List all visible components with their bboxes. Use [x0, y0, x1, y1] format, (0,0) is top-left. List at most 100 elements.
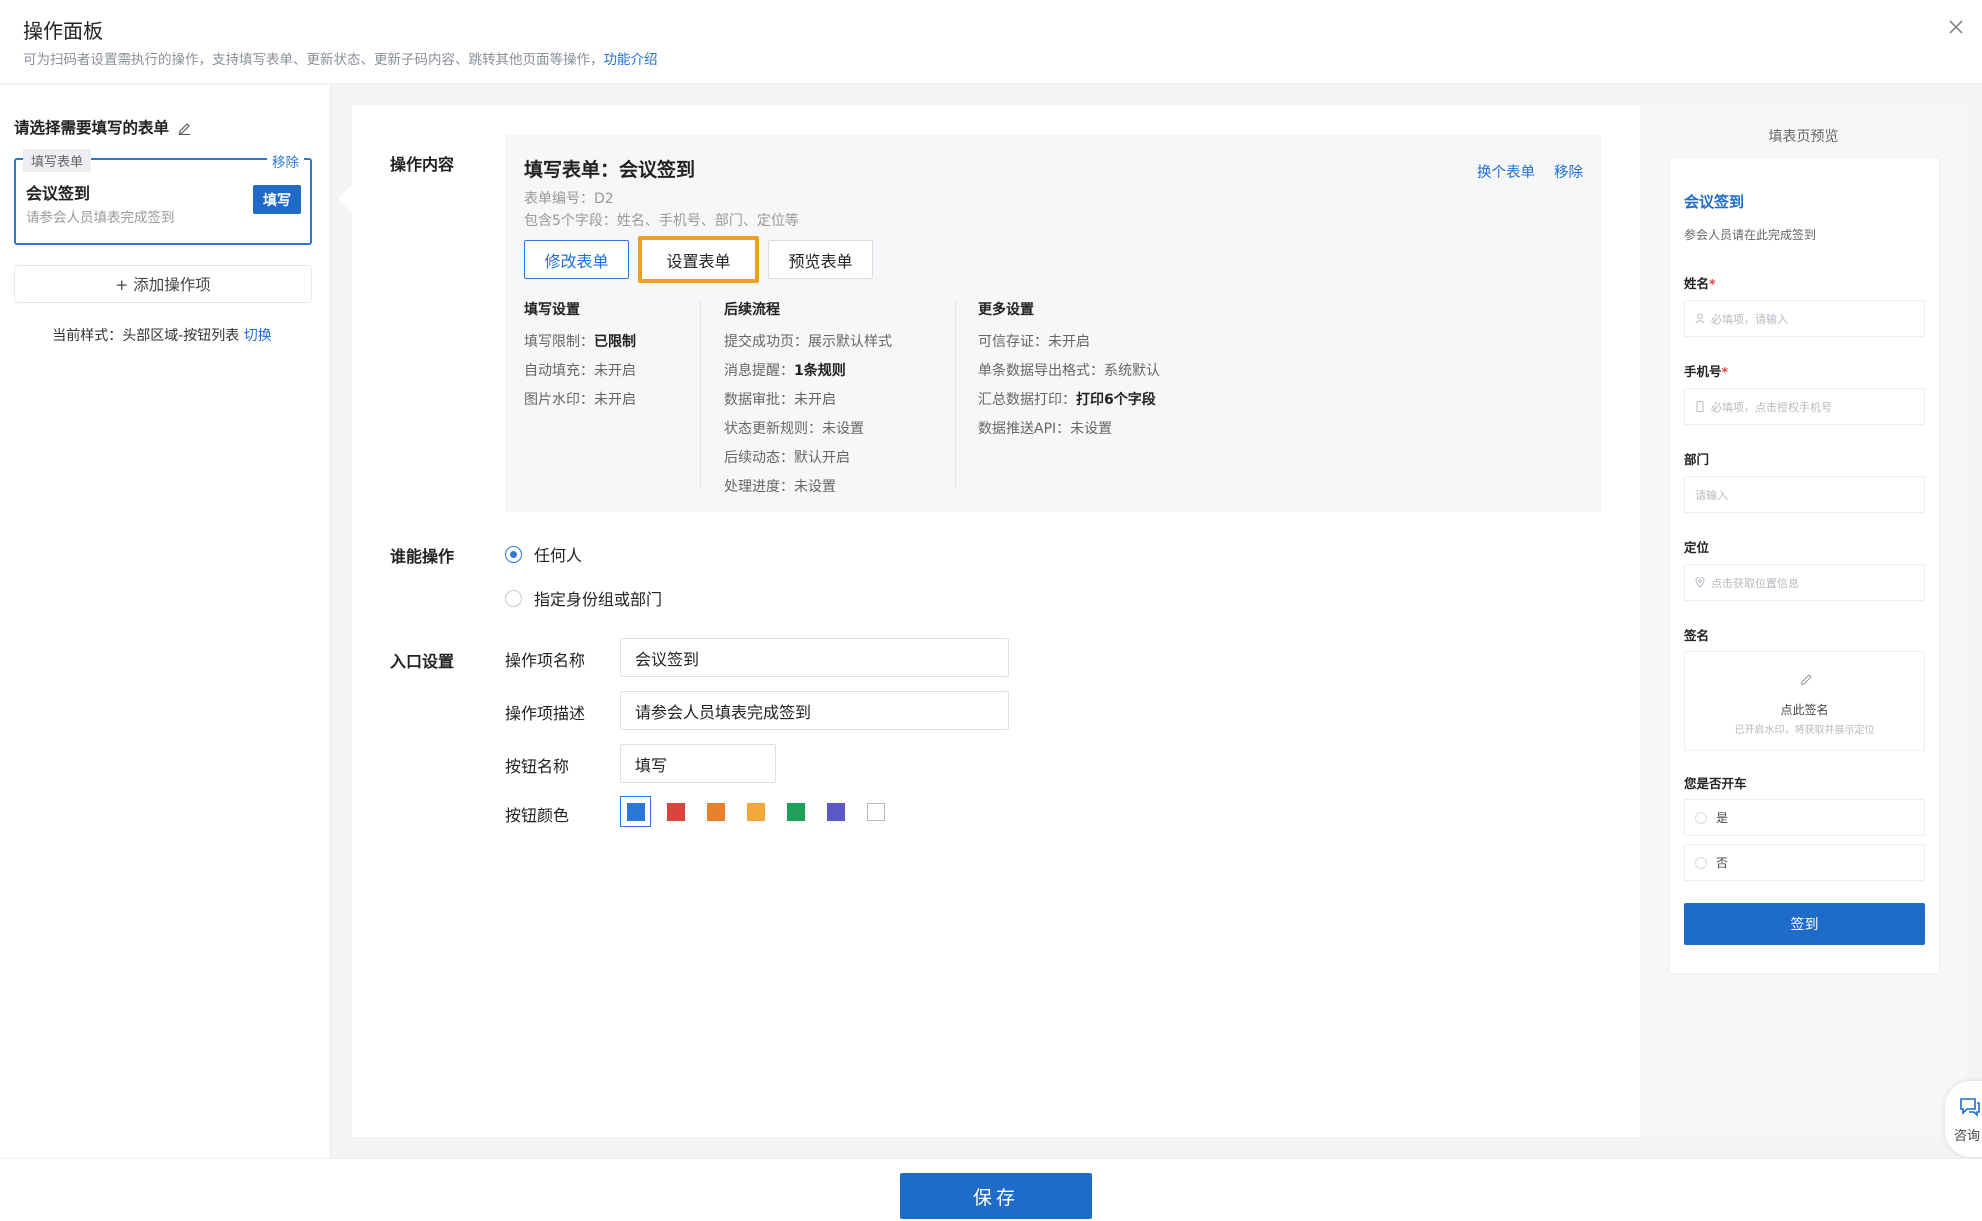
close-icon[interactable]: [1945, 16, 1967, 38]
color-swatch-orange[interactable]: [707, 803, 725, 821]
preview-phone-label: 手机号*: [1684, 361, 1728, 380]
more-setting-row[interactable]: 可信存证：未开启: [978, 331, 1160, 360]
card-remove-link[interactable]: 移除: [267, 149, 304, 173]
preview-submit-button[interactable]: 签到: [1684, 903, 1925, 945]
preview-name-input[interactable]: 必填项，请输入: [1684, 300, 1925, 337]
fill-settings-column: 填写设置 填写限制：已限制 自动填充：未开启 图片水印：未开启: [524, 299, 636, 418]
color-swatch-purple[interactable]: [827, 803, 845, 821]
panel-description: 可为扫码者设置需执行的操作，支持填写表单、更新状态、更新子码内容、跳转其他页面等…: [23, 48, 658, 68]
card-subtitle: 请参会人员填表完成签到: [26, 210, 175, 226]
color-swatch-white[interactable]: [867, 803, 885, 821]
flow-row[interactable]: 消息提醒：1条规则: [724, 360, 892, 389]
setting-label: 处理进度：: [724, 479, 794, 495]
more-settings-column: 更多设置 可信存证：未开启 单条数据导出格式：系统默认 汇总数据打印：打印6个字…: [978, 299, 1160, 447]
fill-setting-row[interactable]: 自动填充：未开启: [524, 360, 636, 389]
setting-value: 打印6个字段: [1076, 392, 1156, 408]
remove-form-link[interactable]: 移除: [1554, 161, 1583, 182]
form-info-box: 填写表单：会议签到 表单编号：D2 包含5个字段：姓名、手机号、部门、定位等 换…: [505, 135, 1601, 512]
form-links: 换个表单 移除: [1477, 161, 1583, 182]
placeholder: 必填项，点击授权手机号: [1711, 400, 1832, 414]
preview-phone-input[interactable]: 必填项，点击授权手机号: [1684, 388, 1925, 425]
preview-signature-box[interactable]: 点此签名 已开启水印，将获取并展示定位: [1684, 651, 1925, 751]
add-operation-button[interactable]: + 添加操作项: [14, 265, 312, 303]
setting-label: 可信存证：: [978, 334, 1048, 350]
op-name-input[interactable]: 会议签到: [620, 638, 1009, 677]
column-divider: [700, 299, 701, 489]
setting-label: 图片水印：: [524, 392, 594, 408]
preview-location-input[interactable]: 点击获取位置信息: [1684, 564, 1925, 601]
flow-title: 后续流程: [724, 302, 780, 318]
op-desc-input[interactable]: 请参会人员填表完成签到: [620, 691, 1009, 730]
fill-settings-title: 填写设置: [524, 302, 580, 318]
button-name-label: 按钮名称: [505, 757, 570, 776]
style-switch-link[interactable]: 切换: [244, 328, 272, 344]
color-swatch-yellow[interactable]: [747, 803, 765, 821]
more-setting-row[interactable]: 单条数据导出格式：系统默认: [978, 360, 1160, 389]
preview-car-option-no[interactable]: 否: [1684, 844, 1925, 881]
preview-form-name: 会议签到: [1684, 193, 1745, 211]
edit-icon[interactable]: [177, 120, 192, 135]
flow-row[interactable]: 处理进度：未设置: [724, 476, 892, 505]
section-operation-content: 操作内容: [390, 155, 455, 174]
section-who-can-operate: 谁能操作: [390, 547, 455, 566]
panel-title: 操作面板: [23, 19, 103, 43]
more-settings-title: 更多设置: [978, 302, 1034, 318]
setting-value: 系统默认: [1104, 363, 1160, 379]
op-name-label: 操作项名称: [505, 651, 586, 670]
placeholder: 请输入: [1695, 488, 1728, 502]
placeholder: 点击获取位置信息: [1711, 576, 1799, 590]
edit-form-button[interactable]: 修改表单: [524, 240, 629, 279]
more-setting-row[interactable]: 数据推送API：未设置: [978, 418, 1160, 447]
fill-setting-row[interactable]: 图片水印：未开启: [524, 389, 636, 418]
more-setting-row[interactable]: 汇总数据打印：打印6个字段: [978, 389, 1160, 418]
header: 操作面板 可为扫码者设置需执行的操作，支持填写表单、更新状态、更新子码内容、跳转…: [0, 0, 1982, 84]
pen-icon: [1800, 674, 1812, 685]
fill-setting-row[interactable]: 填写限制：已限制: [524, 331, 636, 360]
preview-title: 填表页预览: [1768, 129, 1839, 145]
consult-float-button[interactable]: 咨询: [1945, 1081, 1982, 1157]
preview-dept-label: 部门: [1684, 452, 1710, 467]
form-settings-button[interactable]: 设置表单: [638, 236, 759, 283]
color-swatch-green[interactable]: [787, 803, 805, 821]
required-mark: *: [1709, 276, 1716, 291]
setting-label: 状态更新规则：: [724, 421, 822, 437]
signature-hint: 已开启水印，将获取并展示定位: [1734, 725, 1875, 736]
preview-dept-input[interactable]: 请输入: [1684, 476, 1925, 513]
setting-label: 单条数据导出格式：: [978, 363, 1104, 379]
flow-row[interactable]: 数据审批：未开启: [724, 389, 892, 418]
card-tag: 填写表单: [23, 149, 92, 172]
label-text: 手机号: [1684, 364, 1722, 379]
required-mark: *: [1721, 364, 1729, 379]
color-swatch-blue[interactable]: [627, 803, 645, 821]
setting-value: 未设置: [794, 479, 836, 495]
preview-car-option-yes[interactable]: 是: [1684, 799, 1925, 836]
feature-intro-link[interactable]: 功能介绍: [604, 52, 658, 68]
change-form-link[interactable]: 换个表单: [1477, 161, 1535, 182]
radio-icon: [1695, 811, 1707, 824]
current-style: 当前样式：头部区域-按钮列表 切换: [0, 325, 324, 345]
preview-location-label: 定位: [1684, 540, 1710, 555]
option-label: 否: [1716, 856, 1729, 870]
setting-label: 数据审批：: [724, 392, 794, 408]
description-text: 可为扫码者设置需执行的操作，支持填写表单、更新状态、更新子码内容、跳转其他页面等…: [23, 52, 604, 68]
color-swatch-red[interactable]: [667, 803, 685, 821]
button-name-input[interactable]: 填写: [620, 744, 776, 783]
radio-anyone[interactable]: 任何人: [505, 542, 582, 566]
save-button[interactable]: 保存: [900, 1173, 1092, 1219]
setting-value: 未开启: [594, 363, 636, 379]
card-fill-button[interactable]: 填写: [253, 185, 301, 214]
main-panel: 操作内容 填写表单：会议签到 表单编号：D2 包含5个字段：姓名、手机号、部门、…: [338, 105, 1640, 1137]
preview-form-desc: 参会人员请在此完成签到: [1684, 228, 1817, 242]
flow-row[interactable]: 后续动态：默认开启: [724, 447, 892, 476]
radio-selected-icon: [505, 545, 522, 563]
preview-car-label: 您是否开车: [1684, 776, 1747, 791]
flow-row[interactable]: 状态更新规则：未设置: [724, 418, 892, 447]
flow-row[interactable]: 提交成功页：展示默认样式: [724, 331, 892, 360]
card-name: 会议签到: [26, 184, 91, 203]
radio-identity-group[interactable]: 指定身份组或部门: [505, 586, 662, 610]
preview-form-button[interactable]: 预览表单: [768, 240, 873, 279]
flow-column: 后续流程 提交成功页：展示默认样式 消息提醒：1条规则 数据审批：未开启 状态更…: [724, 299, 892, 505]
setting-label: 自动填充：: [524, 363, 594, 379]
operation-card[interactable]: 填写表单 移除 会议签到 请参会人员填表完成签到 填写: [14, 149, 312, 245]
form-number: 表单编号：D2: [524, 191, 614, 207]
